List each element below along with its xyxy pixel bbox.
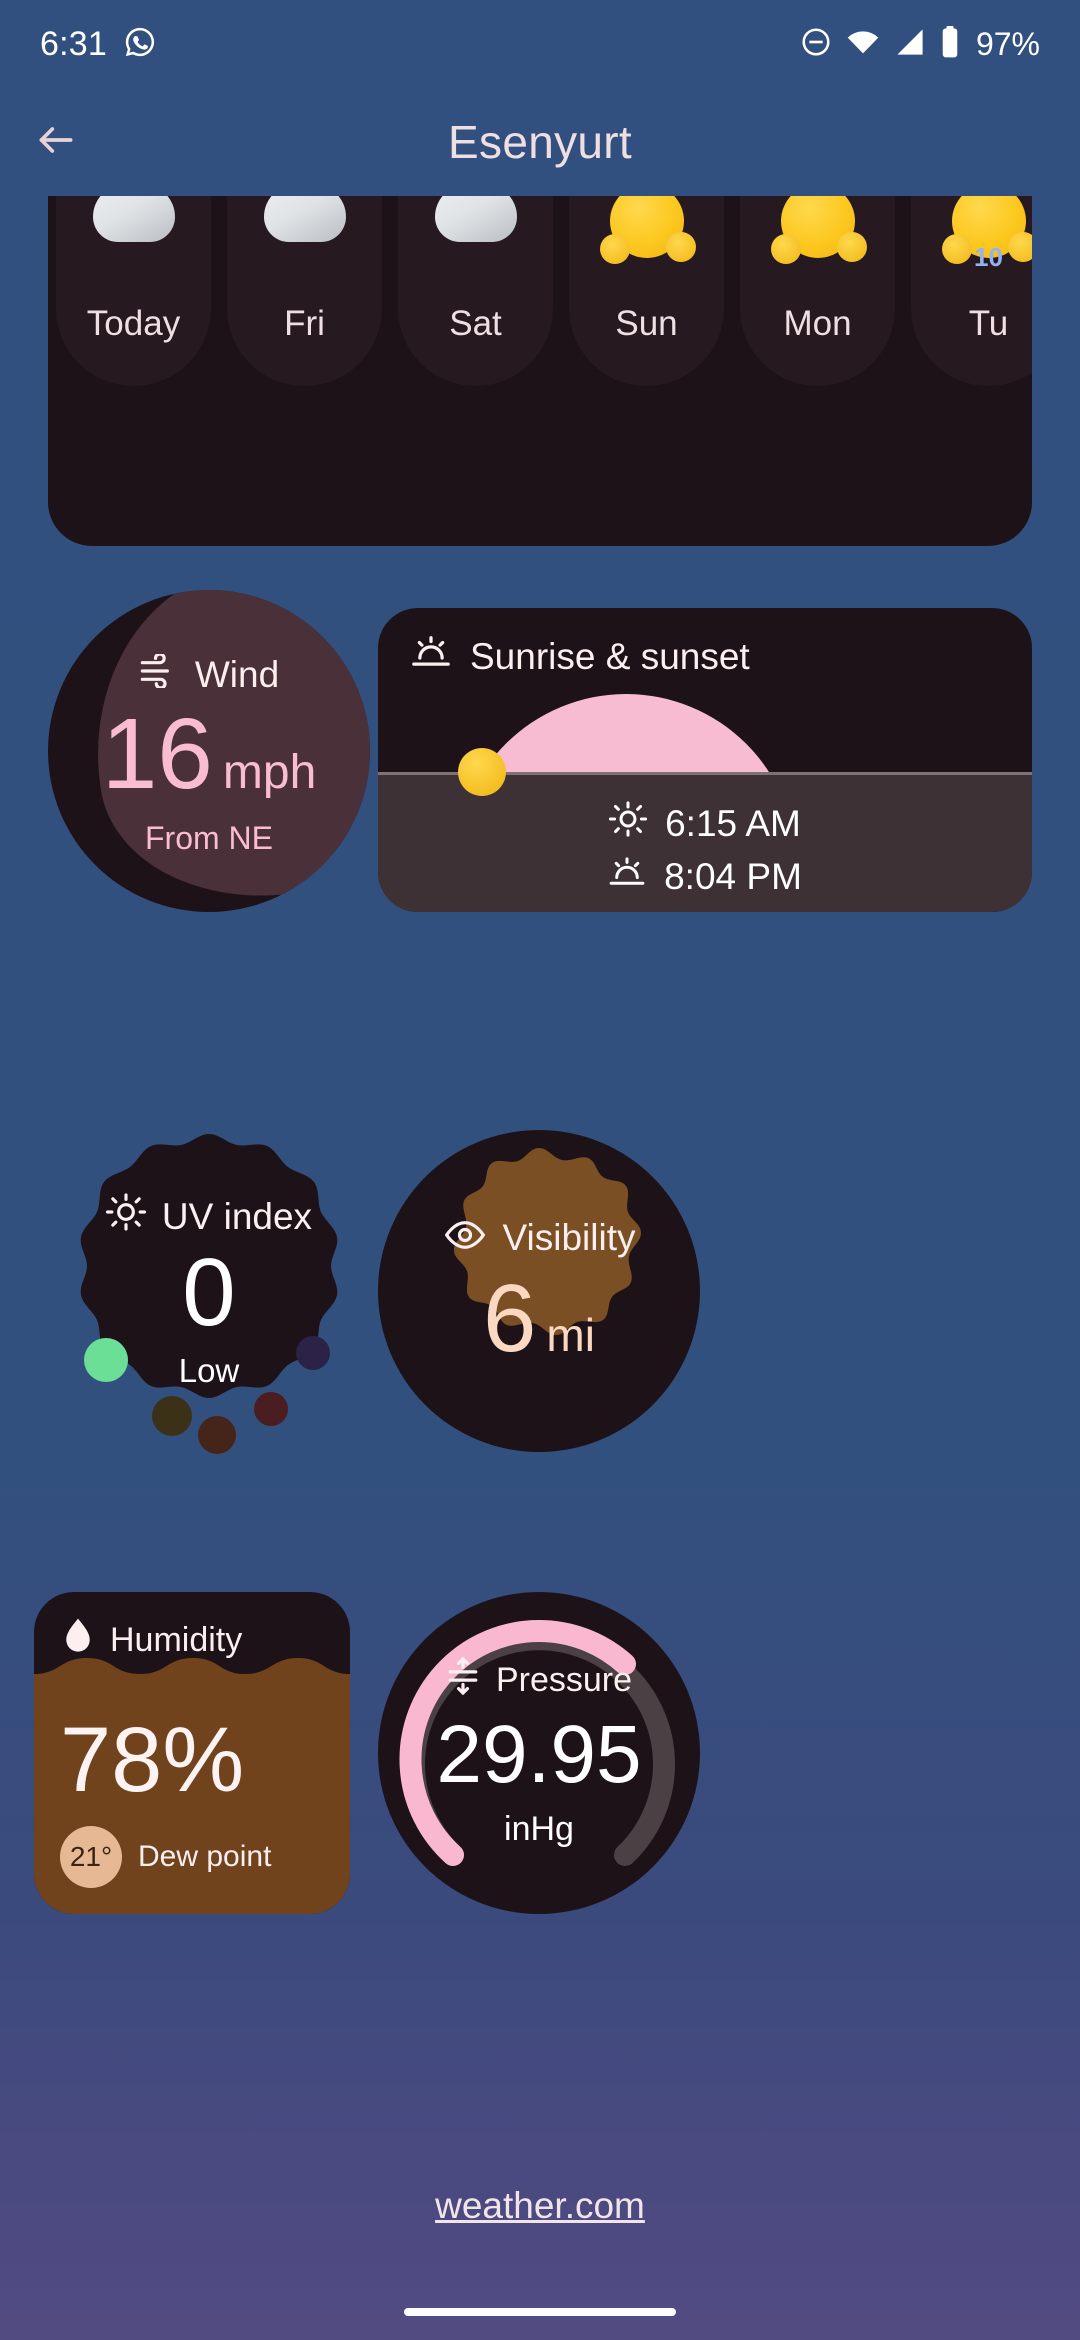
forecast-day-label: Today bbox=[86, 304, 181, 343]
sunset-time-row: 8:04 PM bbox=[608, 855, 802, 898]
humidity-card[interactable]: Humidity 78% 21° Dew point bbox=[34, 1592, 350, 1914]
status-bar-right: 97% bbox=[800, 25, 1040, 63]
sunrise-sunset-title: Sunrise & sunset bbox=[470, 635, 750, 677]
back-button[interactable] bbox=[0, 88, 112, 196]
cloud-icon bbox=[390, 196, 561, 247]
wifi-icon bbox=[846, 29, 880, 60]
sunrise-time: 6:15 AM bbox=[665, 802, 801, 844]
humidity-card-header: Humidity bbox=[62, 1616, 242, 1665]
daily-forecast-strip[interactable]: Today Fri Sat Sun Mon 10 Tu bbox=[48, 196, 1032, 546]
humidity-value: 78% bbox=[60, 1709, 245, 1811]
cloud-icon bbox=[48, 196, 219, 247]
weather-source-link[interactable]: weather.com bbox=[0, 2185, 1080, 2227]
forecast-day-sun[interactable]: Sun bbox=[561, 196, 732, 546]
sunrise-time-row: 6:15 AM bbox=[609, 800, 801, 847]
status-bar-left: 6:31 bbox=[40, 25, 157, 64]
status-bar-clock: 6:31 bbox=[40, 24, 107, 63]
uv-card-header: UV index bbox=[105, 1192, 313, 1241]
wind-card-header: Wind bbox=[139, 651, 280, 697]
visibility-title: Visibility bbox=[502, 1217, 636, 1259]
uv-scale-dot-active bbox=[84, 1338, 128, 1382]
sun-icon bbox=[732, 196, 903, 264]
uv-level-label: Low bbox=[178, 1351, 240, 1389]
wind-card-content: Wind 16 mph From NE bbox=[48, 590, 370, 912]
sunrise-icon bbox=[410, 634, 452, 679]
uv-title: UV index bbox=[161, 1195, 313, 1237]
uv-scale-dot-5 bbox=[296, 1336, 330, 1370]
wind-icon bbox=[139, 651, 179, 697]
forecast-day-tue[interactable]: 10 Tu bbox=[903, 196, 1032, 546]
uv-scale-dot-3 bbox=[198, 1416, 236, 1454]
forecast-day-label: Mon bbox=[783, 304, 852, 343]
forecast-day-sat[interactable]: Sat bbox=[390, 196, 561, 546]
cloud-icon bbox=[219, 196, 390, 247]
water-drop-icon bbox=[62, 1616, 94, 1665]
visibility-unit: mi bbox=[546, 1309, 595, 1362]
sunset-icon bbox=[608, 855, 646, 898]
home-indicator[interactable] bbox=[404, 2308, 676, 2316]
app-bar: Esenyurt bbox=[0, 88, 1080, 196]
forecast-day-label: Sat bbox=[449, 304, 502, 343]
pressure-card-content: Pressure 29.95 inHg bbox=[378, 1592, 700, 1914]
battery-percent-label: 97% bbox=[975, 25, 1040, 62]
pressure-icon bbox=[446, 1656, 480, 1704]
wind-value: 16 bbox=[101, 697, 213, 810]
pressure-card[interactable]: Pressure 29.95 inHg bbox=[378, 1592, 700, 1914]
sun-icon bbox=[609, 800, 648, 847]
sunrise-sunset-card[interactable]: Sunrise & sunset 6:15 AM 8:04 PM bbox=[378, 608, 1032, 912]
forecast-day-fri[interactable]: Fri bbox=[219, 196, 390, 546]
dew-point-label: Dew point bbox=[138, 1840, 272, 1873]
uv-value: 0 bbox=[182, 1239, 236, 1347]
sun-uv-icon bbox=[105, 1192, 147, 1241]
uv-scale-dot-4 bbox=[254, 1392, 288, 1426]
humidity-title: Humidity bbox=[110, 1621, 243, 1659]
sunrise-sunset-header: Sunrise & sunset bbox=[410, 634, 750, 679]
uv-scale-dot-2 bbox=[152, 1396, 192, 1436]
cellular-signal-icon bbox=[894, 28, 926, 61]
pressure-card-header: Pressure bbox=[446, 1656, 633, 1704]
do-not-disturb-icon bbox=[800, 26, 832, 63]
visibility-value: 6 bbox=[483, 1265, 537, 1373]
forecast-day-label: Fri bbox=[284, 304, 325, 343]
dew-point-row: 21° Dew point bbox=[60, 1826, 271, 1888]
forecast-day-label: Sun bbox=[615, 304, 678, 343]
wind-value-row: 16 mph bbox=[101, 697, 317, 810]
wind-card[interactable]: Wind 16 mph From NE bbox=[48, 590, 370, 912]
daily-forecast-row: Today Fri Sat Sun Mon 10 Tu bbox=[48, 196, 1032, 546]
forecast-day-mon[interactable]: Mon bbox=[732, 196, 903, 546]
sun-times: 6:15 AM 8:04 PM bbox=[378, 800, 1032, 898]
dew-point-value: 21° bbox=[60, 1826, 122, 1888]
visibility-card-content: Visibility 6 mi bbox=[378, 1130, 700, 1452]
forecast-day-label: Tu bbox=[968, 304, 1009, 343]
forecast-day-today[interactable]: Today bbox=[48, 196, 219, 546]
sun-icon bbox=[561, 196, 732, 264]
back-arrow-icon bbox=[34, 118, 78, 167]
uv-index-card[interactable]: UV index 0 Low bbox=[48, 1130, 370, 1454]
sun-arc-graphic: 6:15 AM 8:04 PM bbox=[378, 694, 1032, 912]
visibility-value-row: 6 mi bbox=[483, 1265, 595, 1373]
visibility-card[interactable]: Visibility 6 mi bbox=[378, 1130, 700, 1452]
status-bar: 6:31 97% bbox=[0, 0, 1080, 88]
visibility-card-header: Visibility bbox=[443, 1217, 636, 1259]
pressure-title: Pressure bbox=[495, 1660, 633, 1699]
whatsapp-icon bbox=[123, 25, 157, 64]
weather-details-screen: 6:31 97% Esenyurt Today Fri Sat Sun Mon … bbox=[0, 0, 1080, 2340]
uv-card-content: UV index 0 Low bbox=[48, 1130, 370, 1452]
eye-icon bbox=[443, 1217, 487, 1259]
page-title: Esenyurt bbox=[448, 116, 632, 168]
forecast-day-sub: 10 bbox=[974, 242, 1003, 272]
pressure-unit: inHg bbox=[504, 1810, 574, 1849]
wind-unit: mph bbox=[222, 745, 317, 799]
battery-icon bbox=[940, 25, 960, 63]
sunset-time: 8:04 PM bbox=[664, 855, 802, 897]
pressure-value: 29.95 bbox=[436, 1708, 642, 1800]
sun-position-marker bbox=[458, 748, 506, 796]
wind-title: Wind bbox=[194, 654, 280, 695]
wind-direction: From NE bbox=[145, 819, 273, 856]
